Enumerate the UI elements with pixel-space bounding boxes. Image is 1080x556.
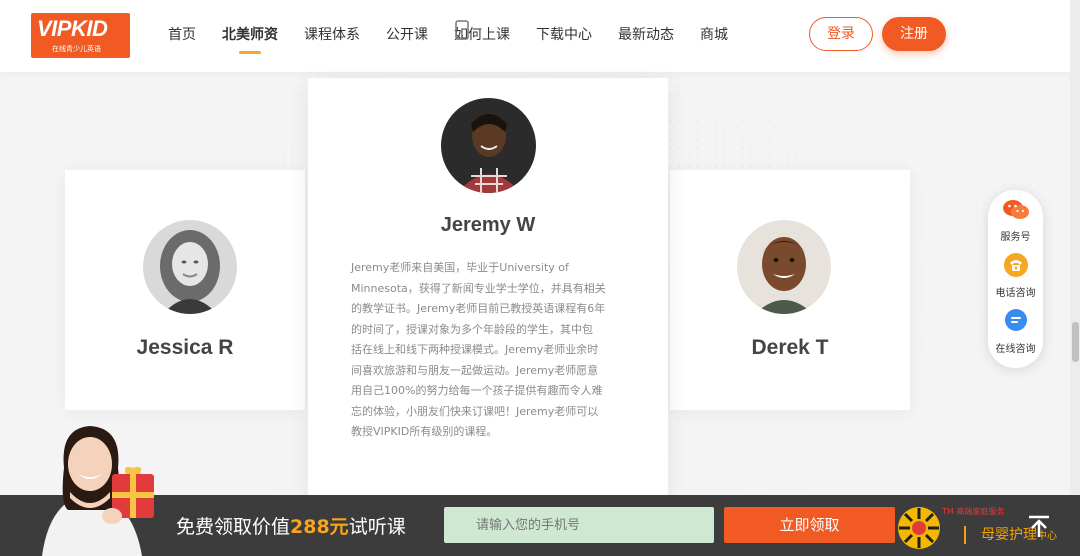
nav-item-teachers[interactable]: 北美师资	[222, 24, 278, 54]
bio-line: Jeremy老师来自美国，毕业于University of	[351, 261, 569, 274]
page-scrollbar[interactable]	[1070, 0, 1080, 556]
bio-line: 的教学证书。Jeremy老师目前已教授英语课程有6年	[351, 302, 606, 315]
register-button[interactable]: 注册	[882, 17, 946, 51]
side-item-label: 电话咨询	[995, 288, 1036, 299]
mobile-phone-icon	[455, 20, 469, 40]
bio-line: 教授VIPKID所有级别的课程。	[351, 425, 498, 438]
promo-price: 288元	[290, 516, 349, 538]
maternal-care-watermark-logo	[898, 507, 940, 549]
teacher-name-derek: Derek T	[751, 336, 829, 359]
scrollbar-thumb[interactable]	[1072, 322, 1079, 362]
side-item-phone[interactable]: 电话咨询	[988, 252, 1043, 299]
watermark-divider	[964, 526, 966, 544]
promo-text: 免费领取价值288元试听课	[176, 512, 406, 539]
teacher-card-derek[interactable]: Derek T	[670, 170, 910, 410]
teacher-avatar-derek	[737, 220, 831, 314]
phone-number-input[interactable]	[444, 507, 714, 543]
teacher-avatar-jeremy	[441, 98, 536, 193]
chat-icon	[1004, 309, 1027, 331]
logo-subtitle: 在线青少儿英语	[52, 45, 101, 53]
bio-line: 忘的体验，小朋友们快来订课吧！Jeremy老师可以	[351, 404, 599, 418]
teacher-name-jessica: Jessica R	[136, 336, 234, 359]
bio-line: 间喜欢旅游和与朋友一起做运动。Jeremy老师愿意	[351, 363, 599, 377]
bio-line: 括在线上和线下两种授课模式。Jeremy老师业余时	[351, 343, 599, 356]
phone-icon	[1003, 253, 1028, 277]
service-side-panel: 服务号 电话咨询 在线咨询	[988, 190, 1043, 368]
wechat-icon	[1002, 200, 1029, 219]
vipkid-logo[interactable]: VIPKID 在线青少儿英语	[31, 13, 130, 58]
teacher-card-jessica[interactable]: Jessica R	[65, 170, 305, 410]
nav-item-home[interactable]: 首页	[168, 24, 196, 46]
promo-text-before: 免费领取价值	[176, 516, 291, 538]
top-header: VIPKID 在线青少儿英语 首页 北美师资 课程体系 公开课 如何上课 下载中…	[0, 0, 1080, 72]
bio-line: 的时间了，授课对象为多个年龄段的学生，其中包	[351, 322, 593, 336]
bio-line: 用自己100%的努力给每一个孩子提供有趣而令人难	[351, 384, 603, 397]
promo-woman-with-gift-image	[42, 426, 154, 556]
nav-item-curriculum[interactable]: 课程体系	[304, 24, 360, 46]
nav-item-news[interactable]: 最新动态	[618, 24, 674, 46]
back-to-top-icon[interactable]	[1024, 511, 1054, 541]
logo-text: VIPKID	[37, 16, 108, 41]
promo-text-after: 试听课	[348, 516, 406, 538]
side-item-label: 在线咨询	[995, 344, 1036, 355]
teacher-avatar-jessica	[143, 220, 237, 314]
nav-item-open-class[interactable]: 公开课	[386, 24, 428, 46]
login-button[interactable]: 登录	[809, 17, 873, 51]
watermark-tagline: TM 高端家庭服务	[942, 507, 1005, 516]
teacher-card-jeremy[interactable]: Jeremy W Jeremy老师来自美国，毕业于University of M…	[308, 78, 668, 498]
side-item-wechat[interactable]: 服务号	[988, 198, 1043, 243]
side-item-label: 服务号	[1000, 232, 1031, 243]
side-item-online-chat[interactable]: 在线咨询	[988, 308, 1043, 355]
teacher-name-jeremy: Jeremy W	[440, 214, 536, 236]
teacher-bio-jeremy: Jeremy老师来自美国，毕业于University of Minnesota，…	[351, 258, 631, 443]
nav-item-download[interactable]: 下载中心	[536, 24, 592, 46]
nav-item-shop[interactable]: 商城	[700, 24, 728, 46]
claim-button[interactable]: 立即领取	[724, 507, 895, 543]
bio-line: Minnesota，获得了新闻专业学士学位，并具有相关	[351, 281, 606, 295]
